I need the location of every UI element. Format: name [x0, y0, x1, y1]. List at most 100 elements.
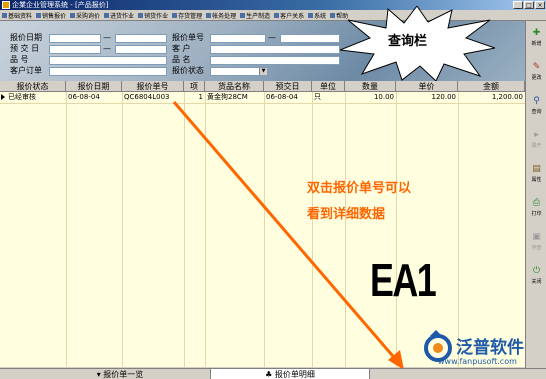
menu-icon [308, 12, 314, 18]
quote-status-label: 报价状态 [172, 66, 204, 75]
menu-item-purchase-inquiry[interactable]: 采购询价 [70, 11, 100, 20]
app-icon [2, 1, 10, 9]
new-button[interactable]: ✚ 新增 [527, 25, 546, 55]
logo-url: www.fanpusoft.com [438, 357, 517, 366]
tab-quote-detail[interactable]: ♣ 报价单明细 [210, 369, 370, 379]
cell-unit-price: 120.00 [431, 93, 457, 101]
menu-icon [138, 12, 144, 18]
query-button-label: 查询 [531, 109, 542, 115]
save-button[interactable]: ▣ 存盘 [527, 229, 546, 259]
grid-line [264, 81, 265, 367]
pre-delivery-dash: — [103, 44, 111, 53]
new-button-label: 新增 [531, 41, 542, 47]
menu-icon [104, 12, 110, 18]
cell-amount: 1,200.00 [491, 93, 523, 101]
menu-item-crm[interactable]: 客户关系 [274, 11, 304, 20]
cell-quote-no[interactable]: QC6804L003 [122, 92, 184, 103]
quote-date-label: 报价日期 [10, 33, 42, 42]
grid-line [345, 81, 346, 367]
tab-quote-list[interactable]: ▾ 报价单一览 [60, 369, 180, 379]
quote-no-dash: — [268, 33, 276, 42]
maximize-icon[interactable]: □ [524, 1, 534, 9]
menu-icon [70, 12, 76, 18]
column-header[interactable]: 项 [184, 81, 205, 92]
column-header[interactable]: 单价 [396, 81, 458, 92]
customer-order-input[interactable] [49, 67, 167, 76]
query-button[interactable]: ⚲ 查询 [527, 93, 546, 123]
date-range-dash: — [103, 33, 111, 42]
table-row[interactable]: 已经审核 06-08-04 QC6804L003 1 黄金狗28CM 06-08… [0, 92, 525, 103]
menu-item-sales-ops[interactable]: 销货作业 [138, 11, 168, 20]
cell-product-name: 黄金狗28CM [207, 93, 248, 101]
menu-item-purchase-ops[interactable]: 进货作业 [104, 11, 134, 20]
column-header[interactable]: 报价单号 [122, 81, 184, 92]
pre-delivery-from-input[interactable] [49, 45, 101, 54]
grid-line [458, 81, 459, 367]
quote-no-from-input[interactable] [210, 34, 266, 43]
annotation-line-1: 双击报价单号可以 [307, 181, 412, 196]
menu-item-basic-data[interactable]: 基础资料 [2, 11, 32, 20]
pre-delivery-to-input[interactable] [115, 45, 167, 54]
cell-status: 已经审核 [8, 93, 36, 101]
save-icon: ▣ [532, 232, 541, 242]
grid-header: 报价状态 报价日期 报价单号 项 货品名称 预交日 单位 数量 单价 金额 [0, 81, 525, 92]
cell-quote-date: 06-08-04 [68, 93, 100, 101]
edit-button-label: 更改 [531, 75, 542, 81]
column-header[interactable]: 报价日期 [66, 81, 122, 92]
edit-button[interactable]: ✎ 更改 [527, 59, 546, 89]
product-no-label: 品 号 [10, 55, 29, 64]
product-name-input[interactable] [210, 56, 340, 65]
properties-button[interactable]: ▤ 属性 [527, 161, 546, 191]
menu-item-accounting[interactable]: 帐务处理 [206, 11, 236, 20]
expand-button[interactable]: ▸ 展开 [527, 127, 546, 157]
column-header[interactable]: 报价状态 [0, 81, 66, 92]
customer-order-label: 客户订单 [10, 66, 42, 75]
chevron-down-icon[interactable]: ▼ [259, 68, 267, 75]
menu-item-system[interactable]: 系统 [308, 11, 326, 20]
menu-icon [240, 12, 246, 18]
grid-line [396, 81, 397, 367]
menu-item-sales-quote[interactable]: 销售报价 [36, 11, 66, 20]
product-no-input[interactable] [49, 56, 167, 65]
row-pointer-icon [1, 94, 5, 100]
grid-line [66, 81, 67, 367]
right-toolbar: ✚ 新增 ✎ 更改 ⚲ 查询 ▸ 展开 ▤ 属性 ⎙ 打印 ▣ 存盘 ⏻ 关闭 [525, 21, 546, 368]
cell-pre-delivery: 06-08-04 [266, 93, 298, 101]
menu-item-inventory[interactable]: 存货管理 [172, 11, 202, 20]
expand-button-label: 展开 [531, 143, 542, 149]
annotation-line-2: 看到详细数据 [307, 207, 386, 222]
menu-item-production[interactable]: 生产制造 [240, 11, 270, 20]
print-button[interactable]: ⎙ 打印 [527, 195, 546, 225]
quote-no-to-input[interactable] [280, 34, 340, 43]
column-header[interactable]: 货品名称 [205, 81, 264, 92]
close-icon: ⏻ [532, 266, 541, 276]
callout-label: 查询栏 [388, 34, 428, 49]
pre-delivery-label: 预 交 日 [10, 44, 40, 53]
tab-label: 报价单一览 [103, 370, 144, 379]
cell-item: 1 [198, 93, 203, 101]
close-window-icon[interactable]: × [535, 1, 545, 9]
quote-status-select[interactable]: ▼ [210, 67, 268, 76]
column-header[interactable]: 预交日 [264, 81, 312, 92]
column-header[interactable]: 金额 [458, 81, 525, 92]
column-header[interactable]: 单位 [312, 81, 345, 92]
column-header[interactable]: 数量 [345, 81, 396, 92]
print-icon: ⎙ [532, 198, 541, 208]
customer-input[interactable] [210, 45, 340, 54]
quote-date-from-input[interactable] [49, 34, 101, 43]
window-controls: _ □ × [513, 1, 545, 9]
menu-icon [330, 12, 336, 18]
close-button[interactable]: ⏻ 关闭 [527, 263, 546, 293]
new-icon: ✚ [532, 28, 541, 38]
window-title: 企業企业管理系统 - [产品报价] [12, 1, 109, 9]
cell-quantity: 10.00 [373, 93, 394, 101]
close-button-label: 关闭 [531, 279, 542, 285]
quote-date-to-input[interactable] [115, 34, 167, 43]
properties-button-label: 属性 [531, 177, 542, 183]
cell-unit: 只 [314, 93, 321, 101]
grid-line [122, 81, 123, 367]
properties-icon: ▤ [532, 164, 541, 174]
logo-name: 泛普软件 [456, 338, 524, 358]
detail-icon: ♣ [265, 370, 275, 379]
minimize-icon[interactable]: _ [513, 1, 523, 9]
